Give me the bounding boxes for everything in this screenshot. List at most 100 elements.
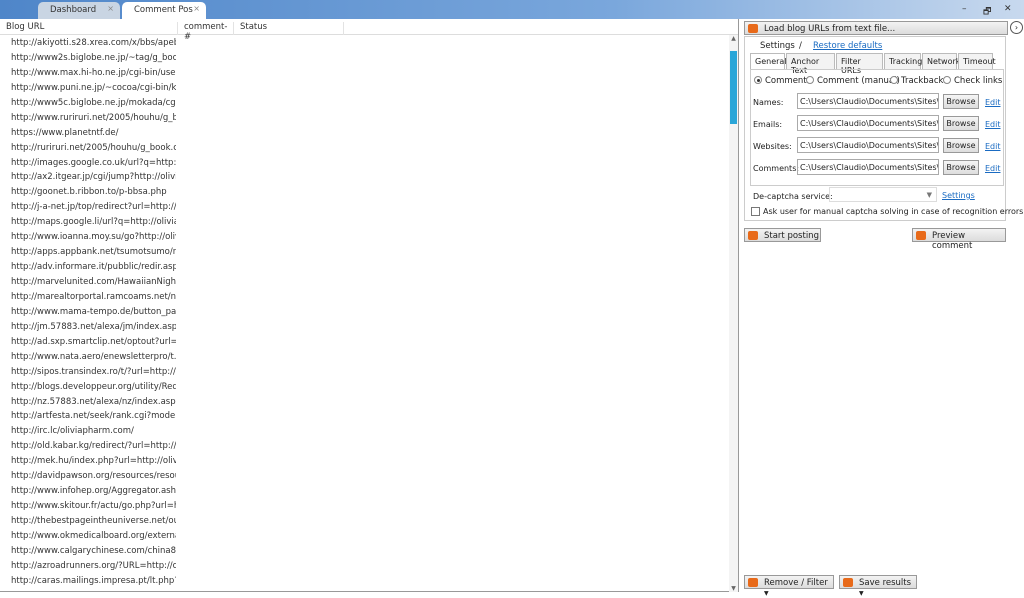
table-row[interactable]: http://artfesta.net/seek/rank.cgi?mode=l…: [0, 409, 176, 424]
table-row[interactable]: http://www.skitour.fr/actu/go.php?url=ht…: [0, 499, 176, 514]
remove-filter-button[interactable]: Remove / Filter ▼: [744, 575, 834, 597]
table-row[interactable]: http://old.kabar.kg/redirect/?url=http:/…: [0, 439, 176, 454]
table-row[interactable]: http://www.puni.ne.jp/~cocoa/cgi-bin/kei…: [0, 81, 176, 96]
manual-captcha-label: Ask user for manual captcha solving in c…: [763, 207, 1024, 216]
play-icon: [748, 231, 758, 240]
start-posting-button[interactable]: Start posting: [744, 228, 821, 242]
table-row[interactable]: http://www.mama-tempo.de/button_partne: [0, 305, 176, 320]
comments-field[interactable]: C:\Users\Claudio\Documents\Sites\Back: [797, 159, 939, 175]
restore-button[interactable]: 🗗: [983, 4, 991, 20]
table-row[interactable]: http://images.google.co.uk/url?q=http://…: [0, 156, 176, 171]
table-row[interactable]: http://akiyotti.s28.xrea.com/x/bbs/apebo…: [0, 36, 176, 51]
table-row[interactable]: http://www.calgarychinese.com/china8863/…: [0, 544, 176, 559]
decaptcha-settings-link[interactable]: Settings: [942, 191, 975, 200]
table-row[interactable]: http://www.infohep.org/Aggregator.ashx?u…: [0, 484, 176, 499]
table-row[interactable]: http://nz.57883.net/alexa/nz/index.asp?d…: [0, 395, 176, 410]
table-row[interactable]: http://www5c.biglobe.ne.jp/mokada/cgi-bi…: [0, 96, 176, 111]
table-row[interactable]: http://caras.mailings.impresa.pt/lt.php?…: [0, 574, 176, 589]
dropdown-arrow-icon: ▼: [926, 191, 932, 199]
table-row[interactable]: http://www.max.hi-ho.ne.jp/cgi-bin/user/…: [0, 66, 176, 81]
table-row[interactable]: http://www2s.biglobe.ne.jp/~tag/g_book/g…: [0, 51, 176, 66]
table-row[interactable]: http://www.okmedicalboard.org/external-l…: [0, 529, 176, 544]
tab-label: Dashboard: [50, 5, 97, 15]
names-label: Names:: [753, 98, 784, 107]
browse-websites-button[interactable]: Browse: [943, 138, 979, 153]
preview-comment-button[interactable]: Preview comment: [912, 228, 1006, 251]
edit-names-link[interactable]: Edit: [985, 98, 1001, 107]
button-label: Load blog URLs from text file...: [764, 24, 896, 34]
emails-field[interactable]: C:\Users\Claudio\Documents\Sites\Back: [797, 115, 939, 131]
scroll-down-icon[interactable]: ▼: [729, 585, 738, 592]
scroll-up-icon[interactable]: ▲: [729, 35, 738, 42]
close-window-button[interactable]: ✕: [1004, 4, 1012, 14]
tab-tracking[interactable]: Tracking: [884, 53, 922, 69]
manual-captcha-checkbox[interactable]: [751, 207, 760, 216]
tab-general[interactable]: General: [750, 53, 787, 70]
radio-icon: [943, 76, 951, 84]
table-row[interactable]: http://azroadrunners.org/?URL=http://oli…: [0, 559, 176, 574]
column-blog-url[interactable]: Blog URL: [0, 22, 178, 35]
edit-emails-link[interactable]: Edit: [985, 120, 1001, 129]
radio-trackback[interactable]: Trackback: [890, 76, 943, 86]
radio-comment-manual[interactable]: Comment (manual): [806, 76, 900, 86]
separator: /: [799, 41, 802, 51]
load-urls-button[interactable]: Load blog URLs from text file...: [744, 21, 1008, 35]
button-label: Save results: [859, 578, 912, 588]
tab-anchor-text[interactable]: Anchor Text: [786, 53, 835, 75]
title-bar: Dashboard × Comment Pos ×: [0, 0, 1024, 19]
radio-label: Comment (manual): [817, 76, 900, 86]
column-comment-number[interactable]: comment-#: [178, 22, 234, 42]
restore-defaults-link[interactable]: Restore defaults: [813, 41, 882, 51]
tab-timeout[interactable]: Timeout: [958, 53, 996, 69]
table-row[interactable]: http://mek.hu/index.php?url=http://olivi…: [0, 454, 176, 469]
websites-field[interactable]: C:\Users\Claudio\Documents\Sites\Back: [797, 137, 939, 153]
browse-names-button[interactable]: Browse: [943, 94, 979, 109]
table-row[interactable]: http://davidpawson.org/resources/resourc…: [0, 469, 176, 484]
table-row[interactable]: http://www.nata.aero/enewsletterpro/t.as…: [0, 350, 176, 365]
radio-label: Trackback: [901, 76, 944, 86]
table-row[interactable]: http://maps.google.li/url?q=http://olivi…: [0, 215, 176, 230]
minimize-button[interactable]: –: [962, 4, 967, 14]
table-row[interactable]: http://apps.appbank.net/tsumotsumo/r.php: [0, 245, 176, 260]
table-row[interactable]: http://jm.57883.net/alexa/jm/index.asp?d…: [0, 320, 176, 335]
edit-websites-link[interactable]: Edit: [985, 142, 1001, 151]
tab-filter-urls[interactable]: Filter URLs: [836, 53, 883, 75]
edit-comments-link[interactable]: Edit: [985, 164, 1001, 173]
table-row[interactable]: http://marvelunited.com/HawaiianNights/i…: [0, 275, 176, 290]
table-row[interactable]: http://thebestpageintheuniverse.net/outg…: [0, 514, 176, 529]
close-tab-icon[interactable]: ×: [193, 4, 200, 13]
radio-comment[interactable]: Comment: [754, 76, 807, 86]
tab-network[interactable]: Network: [922, 53, 960, 69]
scroll-thumb[interactable]: [730, 51, 737, 124]
settings-panel: Load blog URLs from text file... › Setti…: [740, 19, 1024, 597]
dropdown-arrow-icon: ▼: [859, 590, 864, 597]
table-row[interactable]: http://sipos.transindex.ro/t/?url=http:/…: [0, 365, 176, 380]
tab-comment-poster[interactable]: Comment Pos ×: [122, 2, 206, 19]
table-row[interactable]: http://ruriruri.net/2005/houhu/g_book.cg…: [0, 141, 176, 156]
table-row[interactable]: http://adv.informare.it/pubblic/redir.as…: [0, 260, 176, 275]
close-tab-icon[interactable]: ×: [107, 4, 114, 13]
expand-arrow-icon[interactable]: ›: [1010, 21, 1023, 34]
browse-emails-button[interactable]: Browse: [943, 116, 979, 131]
table-row[interactable]: http://www.ioanna.moy.su/go?http://olivi…: [0, 230, 176, 245]
decaptcha-select[interactable]: ▼: [829, 187, 937, 202]
table-row[interactable]: http://www.ruriruri.net/2005/houhu/g_boo…: [0, 111, 176, 126]
table-row[interactable]: https://www.planetntf.de/: [0, 126, 176, 141]
table-row[interactable]: http://ad.sxp.smartclip.net/optout?url=h…: [0, 335, 176, 350]
websites-label: Websites:: [753, 142, 792, 151]
table-row[interactable]: http://goonet.b.ribbon.to/p-bbsa.php: [0, 185, 176, 200]
tab-dashboard[interactable]: Dashboard ×: [38, 2, 120, 19]
table-row[interactable]: http://ax2.itgear.jp/cgi/jump?http://oli…: [0, 170, 176, 185]
browse-comments-button[interactable]: Browse: [943, 160, 979, 175]
table-row[interactable]: http://j-a-net.jp/top/redirect?url=http:…: [0, 200, 176, 215]
column-status[interactable]: Status: [234, 22, 344, 35]
comment-icon: [916, 231, 926, 240]
table-row[interactable]: http://blogs.developpeur.org/utility/Red…: [0, 380, 176, 395]
names-field[interactable]: C:\Users\Claudio\Documents\Sites\Back: [797, 93, 939, 109]
radio-check-links[interactable]: Check links: [943, 76, 1002, 86]
table-row[interactable]: http://irc.lc/oliviapharm.com/: [0, 424, 176, 439]
save-results-button[interactable]: Save results ▼: [839, 575, 917, 597]
table-row[interactable]: http://marealtorportal.ramcoams.net/noti…: [0, 290, 176, 305]
vertical-scrollbar[interactable]: ▲ ▼: [729, 35, 738, 592]
settings-label: Settings: [760, 41, 795, 51]
